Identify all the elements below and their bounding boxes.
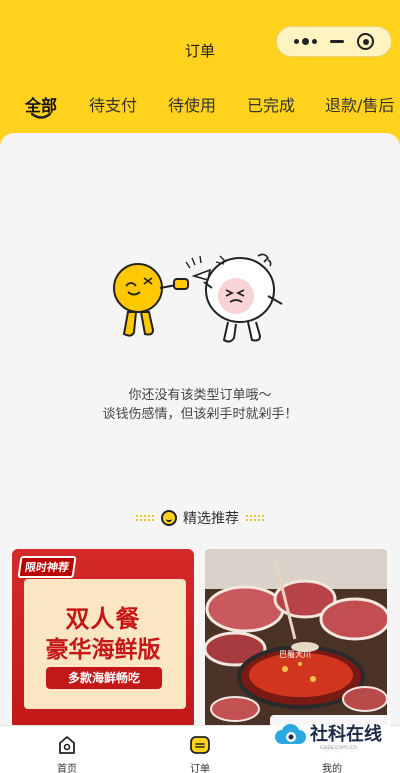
tabbar-home-label: 首页 (57, 764, 77, 773)
watermark-text: 社科在线 (310, 724, 382, 745)
order-icon (190, 736, 210, 754)
home-icon (59, 736, 75, 754)
empty-line-2: 谈钱伤感情，但该剁手时就剁手！ (102, 407, 298, 422)
promo-tag: 限时神荐 (17, 556, 77, 578)
watermark: 社科在线 cass.com.cn (270, 715, 390, 755)
recommend-header: 精选推荐 (0, 508, 400, 528)
recommend-card-hotpot[interactable]: 巴蜀大川 (205, 549, 387, 725)
dots-decoration-left (135, 514, 155, 522)
empty-illustration (113, 253, 283, 343)
tab-to-use[interactable]: 待使用 (168, 92, 216, 116)
more-icon[interactable] (293, 38, 317, 45)
tabbar-profile-label: 我的 (322, 764, 342, 773)
watermark-sub: cass.com.cn (320, 744, 357, 751)
empty-state-text: 你还没有该类型订单哦～ 谈钱伤感情，但该剁手时就剁手！ (0, 386, 400, 424)
minimize-icon[interactable] (329, 40, 344, 43)
hotpot-photo: 巴蜀大川 (205, 549, 387, 725)
tab-refund[interactable]: 退款/售后 (325, 92, 394, 116)
tabbar-orders[interactable]: 订单 (170, 734, 230, 773)
orders-content: 你还没有该类型订单哦～ 谈钱伤感情，但该剁手时就剁手！ 精选推荐 限时神荐 双人… (0, 133, 400, 725)
card-pill: 多款海鲜畅吃 (46, 667, 162, 689)
active-tab-indicator (31, 112, 51, 119)
recommend-title: 精选推荐 (183, 511, 239, 527)
cloud-logo-icon (275, 723, 306, 744)
tab-pending-payment[interactable]: 待支付 (89, 92, 137, 116)
card-headline: 双人餐 (65, 605, 141, 633)
empty-line-1: 你还没有该类型订单哦～ (128, 388, 272, 403)
recommend-card-seafood[interactable]: 限时神荐 双人餐 豪华海鲜版 多款海鲜畅吃 (12, 549, 194, 725)
close-capsule-icon[interactable] (357, 33, 375, 50)
smile-icon (161, 510, 177, 526)
mini-program-capsule (276, 26, 392, 57)
tabbar-home[interactable]: 首页 (37, 734, 97, 773)
hotpot-sign: 巴蜀大川 (279, 649, 311, 659)
card-subheadline: 豪华海鲜版 (45, 637, 161, 663)
tabbar-orders-label: 订单 (190, 764, 210, 773)
tab-completed[interactable]: 已完成 (247, 92, 295, 116)
dots-decoration-right (245, 514, 265, 522)
order-tabs: 全部 待支付 待使用 已完成 退款/售后 (0, 92, 400, 122)
